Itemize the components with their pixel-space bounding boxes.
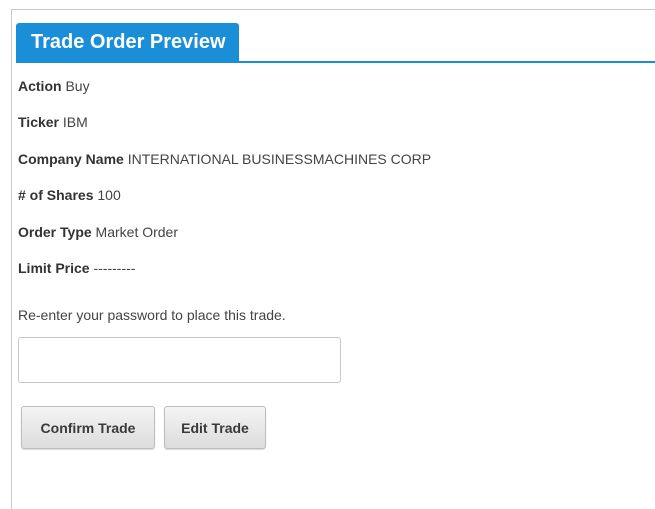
detail-label: Company Name <box>18 150 124 167</box>
detail-value: Buy <box>65 78 90 94</box>
edit-trade-button[interactable]: Edit Trade <box>164 406 266 449</box>
detail-limit-price: Limit Price --------- <box>18 256 638 292</box>
detail-company-name: Company Name INTERNATIONAL BUSINESSMACHI… <box>18 147 638 183</box>
detail-label: Limit Price <box>18 259 90 276</box>
detail-label: Action <box>18 78 62 94</box>
detail-ticker: Ticker IBM <box>18 110 638 146</box>
detail-value: INTERNATIONAL BUSINESSMACHINES CORP <box>127 150 432 167</box>
detail-label: Ticker <box>18 114 59 131</box>
header-underline <box>16 61 655 63</box>
detail-order-type: Order Type Market Order <box>18 220 638 256</box>
detail-value: 100 <box>97 187 121 204</box>
password-input[interactable] <box>18 337 341 383</box>
detail-value: IBM <box>62 114 88 131</box>
detail-shares: # of Shares 100 <box>18 183 638 219</box>
panel-title-tab: Trade Order Preview <box>16 23 239 61</box>
panel-header: Trade Order Preview <box>12 23 655 63</box>
order-details: Action Buy Ticker IBM Company Name INTER… <box>18 74 638 292</box>
detail-label: Order Type <box>18 223 92 240</box>
confirm-trade-button[interactable]: Confirm Trade <box>21 406 155 449</box>
password-prompt: Re-enter your password to place this tra… <box>18 307 286 323</box>
detail-value: --------- <box>93 259 136 276</box>
detail-action: Action Buy <box>18 74 638 110</box>
detail-value: Market Order <box>95 223 179 240</box>
detail-label: # of Shares <box>18 187 94 204</box>
